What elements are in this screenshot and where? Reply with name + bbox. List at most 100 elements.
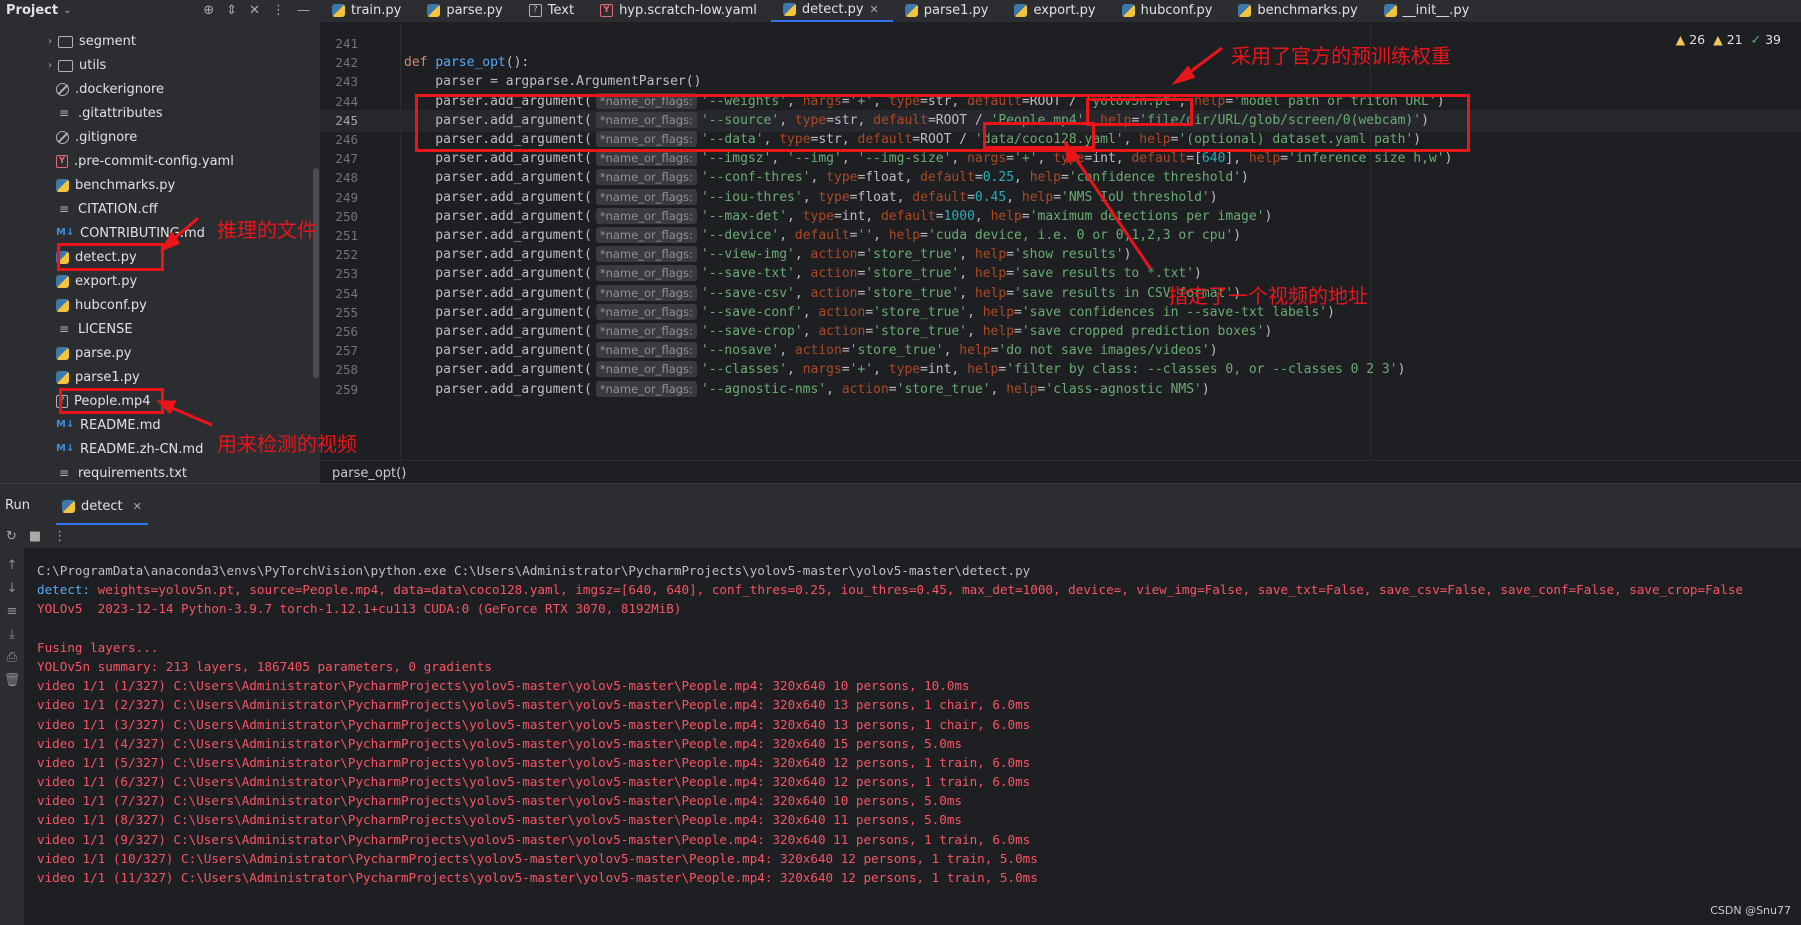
clear-all-icon[interactable]: 🗑 — [4, 673, 21, 688]
text-file-icon: ≡ — [58, 106, 70, 120]
folder-icon — [58, 60, 73, 72]
editor-tab[interactable]: export.py — [1002, 0, 1109, 22]
python-file-icon — [56, 370, 69, 384]
python-file-icon — [782, 3, 796, 16]
expand-all-icon[interactable]: ⇕ — [226, 3, 237, 18]
project-header: Project ⌄ ⊕ ⇕ ✕ ⋮ — — [0, 0, 320, 21]
tree-item[interactable]: detect.py — [56, 246, 137, 268]
tree-item[interactable]: ≡ LICENSE — [56, 318, 133, 340]
annotation-infer-file: 推理的文件 — [217, 218, 317, 242]
tree-item-label: .gitignore — [75, 129, 138, 145]
editor-tab-label: __init__.py — [1402, 3, 1470, 18]
scroll-up-icon[interactable]: ↑ — [7, 558, 18, 573]
folder-icon — [58, 36, 73, 48]
tree-item-label: detect.py — [75, 249, 137, 265]
stop-icon[interactable]: ■ — [29, 529, 41, 544]
tree-item[interactable]: ≡ requirements.txt — [56, 462, 187, 483]
tree-item[interactable]: ≡ CITATION.cff — [56, 198, 158, 220]
tree-item-label: benchmarks.py — [75, 177, 176, 193]
parameter-hint: *name_or_flags: — [595, 131, 697, 147]
code-line[interactable]: 259 parser.add_argument(*name_or_flags: '… — [320, 379, 1801, 401]
hide-panel-icon[interactable]: — — [297, 3, 310, 18]
parameter-hint: *name_or_flags: — [595, 380, 697, 397]
print-icon[interactable]: ⎙ — [7, 650, 17, 665]
python-file-icon — [332, 4, 345, 17]
console-text: weights=yolov5n.pt, source=People.mp4, d… — [97, 582, 1743, 598]
tree-item-label: parse1.py — [75, 369, 140, 385]
tree-item[interactable]: M↓ README.md — [56, 414, 161, 436]
chevron-right-icon[interactable]: › — [44, 60, 56, 71]
code-editor[interactable]: ▲ 26 ▲ 21 ✓ 39 241 242 def parse_opt(): 243… — [320, 24, 1801, 460]
ignore-file-icon — [56, 82, 69, 96]
parameter-hint: *name_or_flags: — [595, 303, 697, 320]
soft-wrap-icon[interactable]: ≡ — [7, 604, 18, 619]
annotation-video-path: 指定了一个视频的地址 — [1168, 284, 1368, 308]
editor-tab[interactable]: benchmarks.py — [1226, 0, 1371, 22]
markdown-file-icon: M↓ — [56, 227, 75, 238]
tree-item-label: hubconf.py — [75, 297, 147, 313]
editor-tab[interactable]: parse1.py — [893, 0, 1003, 22]
python-file-icon — [904, 4, 918, 17]
python-file-icon — [1383, 4, 1397, 17]
editor-tab-bar: train.py parse.py? Text Yhyp.scratch-low.ya… — [320, 0, 1801, 23]
tree-item[interactable]: export.py — [56, 270, 137, 292]
close-icon[interactable]: ✕ — [870, 3, 879, 16]
ignore-file-icon — [56, 130, 69, 144]
run-toolbar: ↻ ■ ⋮ — [0, 525, 1801, 548]
tree-item[interactable]: ? People.mp4 — [56, 390, 151, 412]
tree-item[interactable]: › segment — [44, 30, 136, 52]
project-title[interactable]: Project — [6, 3, 58, 18]
tree-item-label: requirements.txt — [78, 465, 188, 481]
parameter-hint: *name_or_flags: — [595, 323, 697, 339]
console-line: video 1/1 (5/327) C:\Users\Administrator… — [37, 754, 1031, 770]
editor-tab-label: export.py — [1033, 3, 1096, 18]
python-file-icon — [56, 298, 69, 312]
tree-item[interactable]: M↓ CONTRIBUTING.md — [56, 222, 205, 244]
close-icon[interactable]: ✕ — [133, 500, 142, 513]
annotation-detect-video: 用来检测的视频 — [217, 432, 357, 456]
console-line: video 1/1 (1/327) C:\Users\Administrator… — [37, 678, 970, 694]
editor-tab[interactable]: parse.py — [415, 0, 516, 22]
tree-item-label: segment — [79, 33, 137, 49]
tree-item[interactable]: .gitignore — [56, 126, 137, 148]
rerun-icon[interactable]: ↻ — [6, 529, 17, 544]
tree-item[interactable]: parse1.py — [56, 366, 140, 388]
more-options-icon[interactable]: ⋮ — [272, 3, 285, 18]
console-line: video 1/1 (7/327) C:\Users\Administrator… — [37, 793, 963, 809]
collapse-all-icon[interactable]: ✕ — [249, 3, 260, 18]
tree-item[interactable]: parse.py — [56, 342, 131, 364]
tree-item[interactable]: hubconf.py — [56, 294, 147, 316]
tree-item[interactable]: .dockerignore — [56, 78, 164, 100]
breadcrumb[interactable]: parse_opt() — [320, 460, 1801, 483]
scroll-to-end-icon[interactable]: ⤓ — [9, 627, 15, 642]
editor-tab-label: detect.py — [801, 2, 864, 17]
console-output[interactable]: C:\ProgramData\anaconda3\envs\PyTorchVis… — [37, 561, 1801, 925]
console-prefix: detect: — [37, 582, 98, 598]
editor-tab[interactable]: Yhyp.scratch-low.yaml — [588, 0, 771, 22]
editor-tab[interactable]: train.py — [320, 0, 415, 22]
tree-item-label: README.md — [80, 417, 161, 433]
run-tab-detect[interactable]: detect ✕ — [56, 490, 148, 525]
tree-item[interactable]: Y .pre-commit-config.yaml — [56, 150, 234, 172]
tree-item[interactable]: benchmarks.py — [56, 174, 175, 196]
tree-item[interactable]: ≡ .gitattributes — [56, 102, 163, 124]
tree-item-label: CONTRIBUTING.md — [80, 225, 205, 241]
python-file-icon — [56, 250, 69, 264]
tree-item[interactable]: M↓ README.zh-CN.md — [56, 438, 203, 460]
chevron-down-icon[interactable]: ⌄ — [63, 5, 71, 16]
editor-tab[interactable]: hubconf.py — [1110, 0, 1227, 22]
more-options-icon[interactable]: ⋮ — [53, 529, 66, 544]
parameter-hint: *name_or_flags: — [595, 265, 697, 282]
scroll-down-icon[interactable]: ↓ — [7, 581, 18, 596]
locate-icon[interactable]: ⊕ — [203, 3, 214, 18]
editor-tab[interactable]: ? Text — [517, 0, 588, 22]
chevron-right-icon[interactable]: › — [44, 36, 56, 47]
editor-tab[interactable]: detect.py ✕ — [770, 0, 893, 22]
editor-tab[interactable]: __init__.py — [1372, 0, 1484, 22]
project-scrollbar[interactable] — [313, 168, 319, 378]
console-line: video 1/1 (6/327) C:\Users\Administrator… — [37, 774, 1031, 790]
console-line: video 1/1 (3/327) C:\Users\Administrator… — [37, 716, 1031, 732]
tree-item-label: parse.py — [75, 345, 132, 361]
tree-item[interactable]: › utils — [44, 54, 106, 76]
